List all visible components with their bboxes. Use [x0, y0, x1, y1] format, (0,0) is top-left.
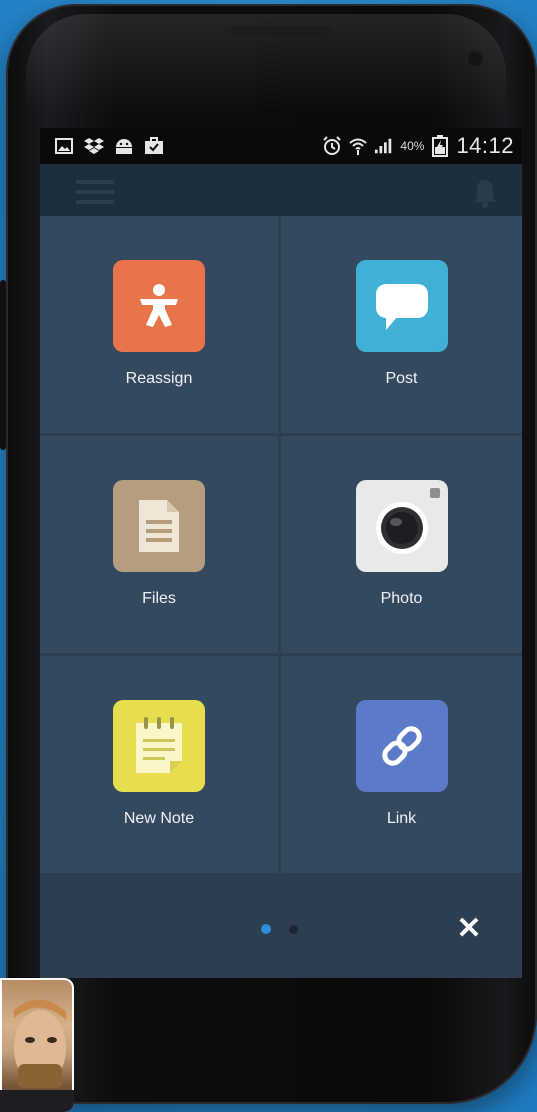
- post-tile: [355, 260, 448, 352]
- dropbox-icon: [84, 136, 104, 156]
- pager-dot[interactable]: [289, 925, 298, 934]
- action-grid: Reassign Post Files Photo New Note Link: [40, 216, 522, 876]
- android-icon: [114, 136, 134, 156]
- action-label: Link: [386, 810, 417, 827]
- action-files[interactable]: Files: [40, 436, 281, 656]
- signal-icon: [374, 136, 394, 156]
- alarm-icon: [322, 136, 342, 156]
- reassign-tile: [113, 260, 205, 352]
- battery-percent: 40%: [400, 139, 425, 153]
- volume-button: [0, 280, 6, 450]
- speech-bubble-icon: [375, 284, 428, 330]
- app-bar: [40, 164, 522, 216]
- action-reassign[interactable]: Reassign: [40, 216, 281, 436]
- photo-tile: [355, 480, 448, 572]
- gallery-icon: [54, 136, 74, 156]
- action-label: Photo: [380, 590, 423, 607]
- new-note-tile: [113, 700, 205, 792]
- document-icon: [139, 500, 179, 552]
- pager-dot-active[interactable]: [261, 924, 271, 934]
- phone-screen: 40% 14:12 Reassign Post Files Photo New …: [40, 128, 522, 978]
- action-post[interactable]: Post: [281, 216, 522, 436]
- briefcase-icon: [144, 136, 164, 156]
- action-label: Files: [142, 590, 176, 607]
- person-icon: [140, 284, 178, 327]
- action-label: New Note: [123, 810, 195, 827]
- clock: 14:12: [456, 133, 514, 158]
- link-icon: [381, 726, 422, 766]
- action-link[interactable]: Link: [281, 656, 522, 876]
- front-camera: [468, 52, 482, 66]
- status-bar: 40% 14:12: [40, 128, 522, 164]
- action-label: Reassign: [125, 370, 193, 387]
- menu-icon[interactable]: [76, 180, 114, 206]
- earpiece-speaker: [231, 26, 331, 36]
- presenter-webcam-thumbnail: [0, 978, 74, 1112]
- battery-icon: [430, 135, 450, 157]
- camera-icon: [375, 488, 440, 554]
- notepad-icon: [136, 717, 182, 773]
- files-tile: [113, 480, 205, 572]
- notification-bell-icon[interactable]: [472, 178, 498, 208]
- close-button[interactable]: ✕: [454, 914, 484, 944]
- action-photo[interactable]: Photo: [281, 436, 522, 656]
- link-tile: [355, 700, 448, 792]
- footer-bar: ✕: [40, 876, 522, 978]
- action-new-note[interactable]: New Note: [40, 656, 281, 876]
- action-label: Post: [385, 370, 418, 387]
- wifi-icon: [348, 136, 368, 156]
